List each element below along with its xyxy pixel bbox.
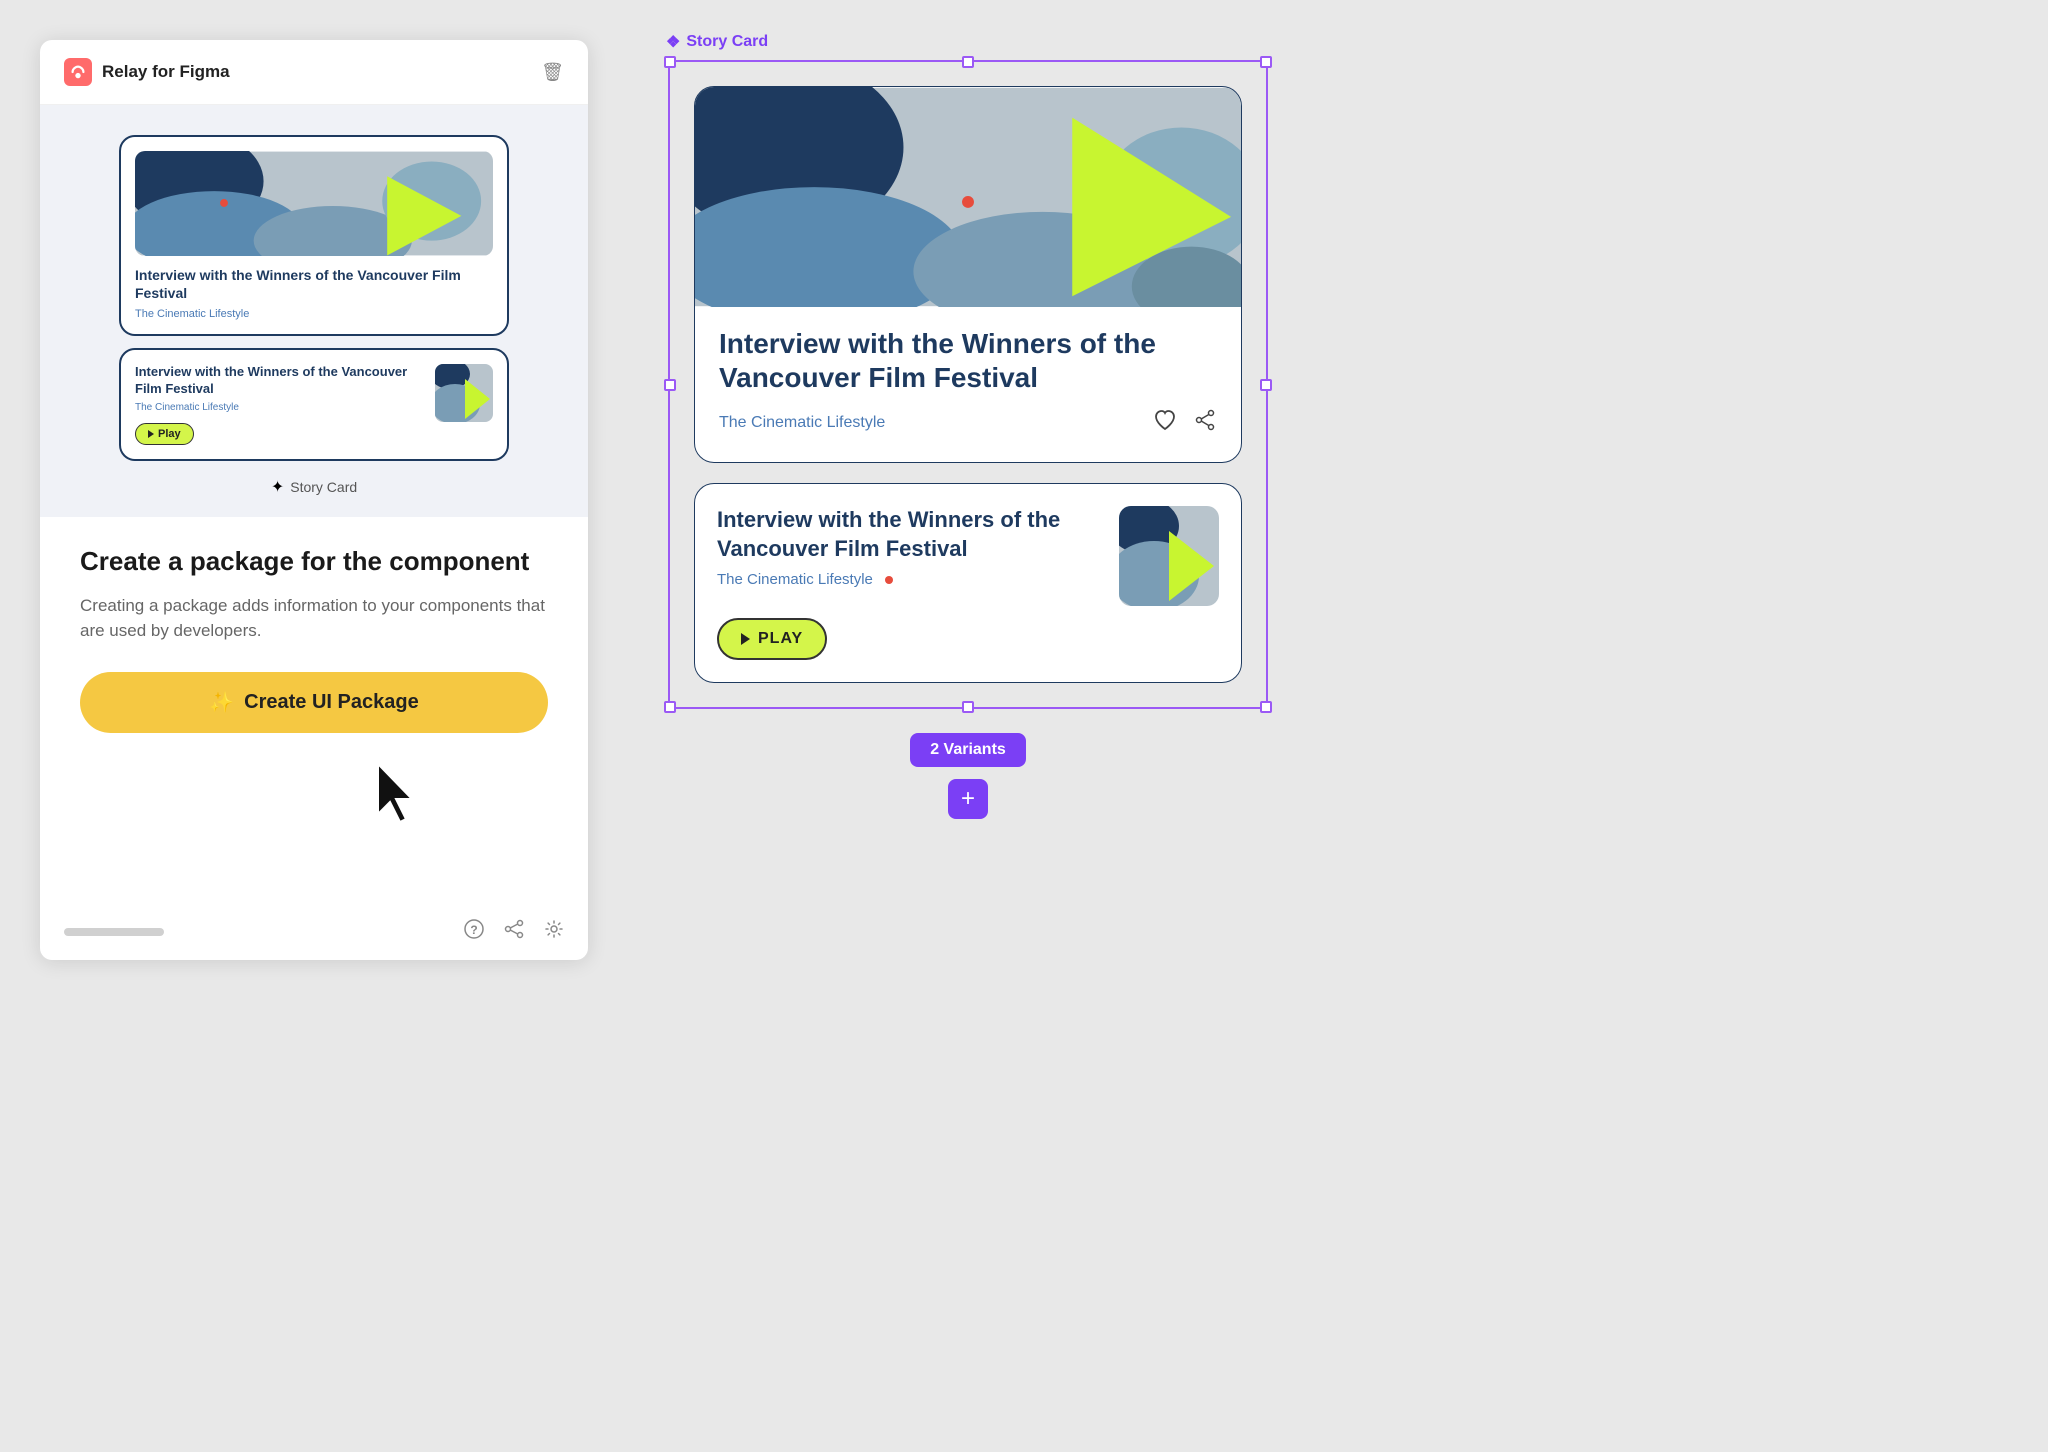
help-icon[interactable]: ? (464, 919, 484, 944)
v2-inner: Interview with the Winners of the Vancou… (717, 506, 1219, 606)
create-pkg-icon: ✨ (209, 690, 234, 715)
right-side: ❖ Story Card (588, 0, 2048, 859)
share-card-icon[interactable] (1193, 408, 1217, 438)
v2-play-area: PLAY (717, 618, 1219, 660)
panel-footer: ? (40, 903, 588, 960)
handle-bottom-left[interactable] (664, 701, 676, 713)
large-thumbnail (695, 87, 1241, 307)
variants-badge: 2 Variants (910, 733, 1026, 767)
frame-sparkle-icon: ❖ (666, 32, 680, 52)
handle-bottom-mid[interactable] (962, 701, 974, 713)
play-button-large[interactable]: PLAY (717, 618, 827, 660)
create-package-button[interactable]: ✨ Create UI Package (80, 672, 548, 733)
red-dot-v2 (885, 576, 893, 584)
trash-icon[interactable]: 🗑 (541, 62, 564, 83)
story-card-large-v2: Interview with the Winners of the Vancou… (694, 483, 1242, 683)
handle-top-right[interactable] (1260, 56, 1272, 68)
card-v1-thumbnail (135, 151, 493, 256)
v2-subtitle: The Cinematic Lifestyle (717, 571, 1103, 588)
large-card-footer: The Cinematic Lifestyle (719, 408, 1217, 438)
card-v1-subtitle: The Cinematic Lifestyle (135, 308, 493, 320)
create-pkg-label: Create UI Package (244, 691, 419, 714)
share-icon[interactable] (504, 919, 524, 944)
info-desc: Creating a package adds information to y… (80, 593, 548, 644)
add-variant-button[interactable]: + (948, 779, 988, 819)
svg-text:?: ? (470, 923, 477, 937)
play-button-small[interactable]: Play (135, 423, 194, 445)
left-panel: Relay for Figma 🗑 (40, 40, 588, 960)
app-title: Relay for Figma (102, 62, 230, 82)
info-section: Create a package for the component Creat… (40, 517, 588, 903)
info-title: Create a package for the component (80, 545, 548, 579)
header-brand: Relay for Figma (64, 58, 230, 86)
heart-icon[interactable] (1153, 408, 1177, 438)
handle-mid-left[interactable] (664, 379, 676, 391)
scrollbar[interactable] (64, 928, 164, 936)
story-card-frame: Interview with the Winners of the Vancou… (668, 60, 1268, 709)
card-v1-title: Interview with the Winners of the Vancou… (135, 266, 493, 302)
handle-mid-right[interactable] (1260, 379, 1272, 391)
component-label-text: Story Card (290, 479, 357, 495)
component-label: ✦ Story Card (271, 477, 357, 497)
frame-label-text: Story Card (686, 33, 768, 51)
frame-label: ❖ Story Card (666, 32, 768, 52)
v2-content: Interview with the Winners of the Vancou… (717, 506, 1103, 588)
play-label: Play (158, 428, 181, 440)
card-preview-v1: Interview with the Winners of the Vancou… (119, 135, 509, 336)
sparkle-icon: ✦ (271, 477, 284, 497)
card-v2-content: Interview with the Winners of the Vancou… (135, 364, 425, 445)
handle-bottom-right[interactable] (1260, 701, 1272, 713)
card-v2-title: Interview with the Winners of the Vancou… (135, 364, 425, 398)
card-actions (1153, 408, 1217, 438)
large-card-subtitle: The Cinematic Lifestyle (719, 414, 885, 432)
story-card-large-v1: Interview with the Winners of the Vancou… (694, 86, 1242, 463)
settings-icon[interactable] (544, 919, 564, 944)
large-card-title: Interview with the Winners of the Vancou… (719, 327, 1217, 394)
footer-icons: ? (464, 919, 564, 944)
play-large-label: PLAY (758, 630, 803, 648)
card-v2-thumbnail (435, 364, 493, 422)
variants-section: 2 Variants + (668, 733, 1268, 819)
v2-thumbnail (1119, 506, 1219, 606)
panel-header: Relay for Figma 🗑 (40, 40, 588, 105)
card-v2-subtitle: The Cinematic Lifestyle (135, 402, 425, 413)
play-triangle-large-icon (741, 633, 750, 645)
preview-area: Interview with the Winners of the Vancou… (40, 105, 588, 517)
handle-top-mid[interactable] (962, 56, 974, 68)
v2-title: Interview with the Winners of the Vancou… (717, 506, 1103, 563)
card-v2-inner: Interview with the Winners of the Vancou… (135, 364, 493, 445)
play-triangle-icon (148, 430, 154, 438)
relay-logo (64, 58, 92, 86)
card-preview-v2: Interview with the Winners of the Vancou… (119, 348, 509, 461)
large-card-body: Interview with the Winners of the Vancou… (695, 307, 1241, 462)
handle-top-left[interactable] (664, 56, 676, 68)
